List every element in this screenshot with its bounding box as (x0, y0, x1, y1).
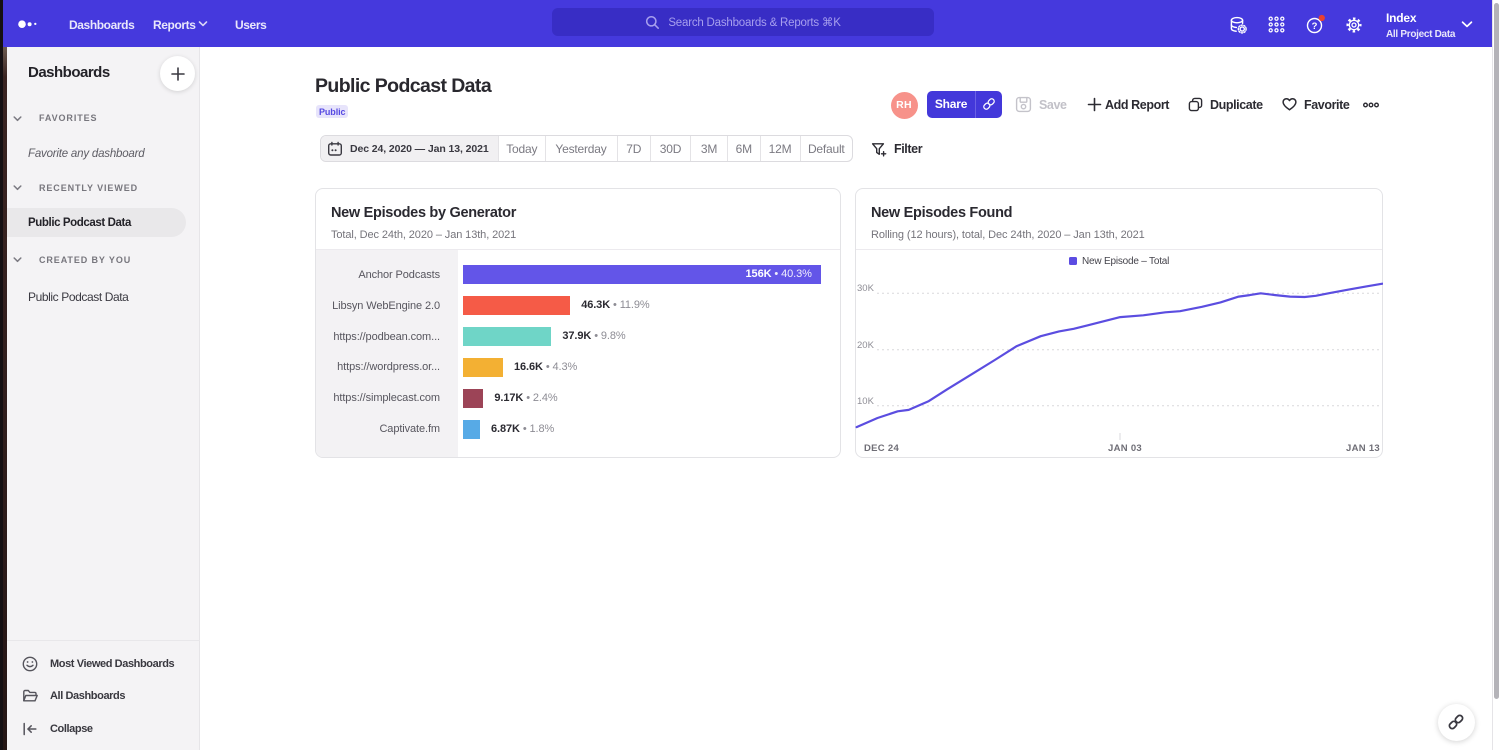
svg-text:?: ? (1312, 21, 1318, 32)
